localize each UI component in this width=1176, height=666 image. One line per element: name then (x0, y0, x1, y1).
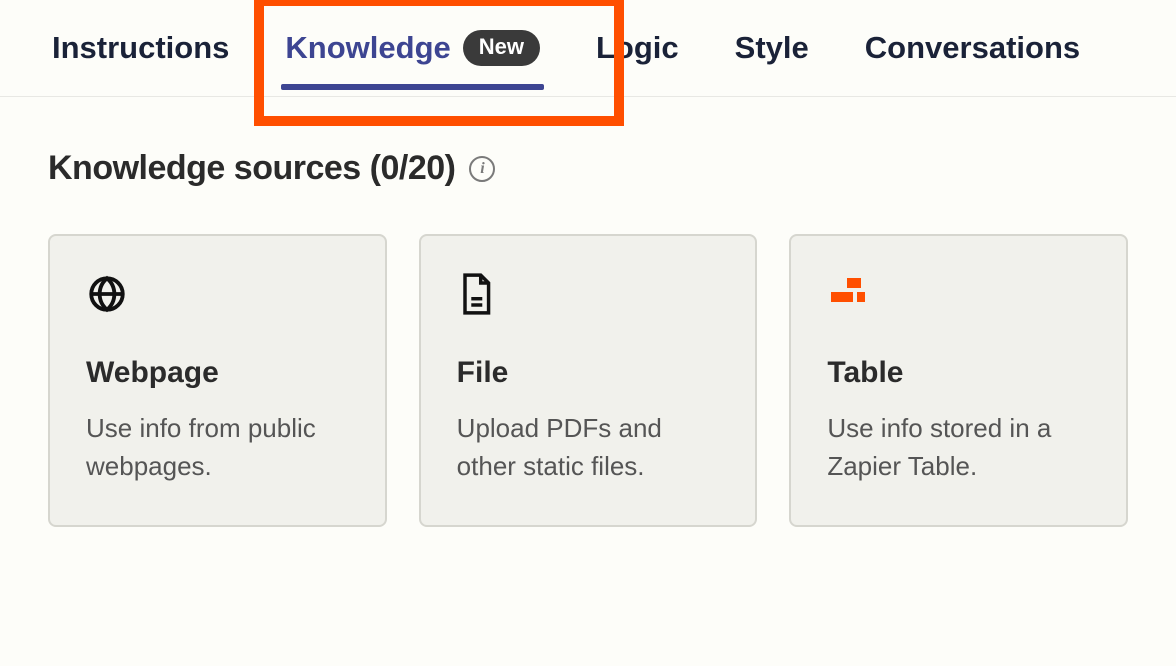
card-title: File (457, 356, 724, 390)
card-title: Webpage (86, 356, 353, 390)
card-webpage[interactable]: Webpage Use info from public webpages. (48, 234, 387, 527)
card-file[interactable]: File Upload PDFs and other static files. (419, 234, 758, 527)
table-icon (827, 272, 1094, 316)
card-title: Table (827, 356, 1094, 390)
tab-instructions[interactable]: Instructions (48, 18, 233, 96)
info-icon[interactable]: i (469, 156, 495, 182)
file-icon (457, 272, 724, 316)
card-description: Use info stored in a Zapier Table. (827, 410, 1094, 485)
section-header: Knowledge sources (0/20) i (48, 149, 1128, 188)
card-description: Use info from public webpages. (86, 410, 353, 485)
tab-label: Conversations (865, 30, 1080, 66)
knowledge-section: Knowledge sources (0/20) i Webpage Use i… (0, 97, 1176, 567)
section-title: Knowledge sources (0/20) (48, 149, 455, 188)
tab-label: Style (735, 30, 809, 66)
card-table[interactable]: Table Use info stored in a Zapier Table. (789, 234, 1128, 527)
tab-label: Logic (596, 30, 679, 66)
tab-label: Instructions (52, 30, 229, 66)
globe-icon (86, 272, 353, 316)
tab-label: Knowledge (285, 30, 450, 66)
card-description: Upload PDFs and other static files. (457, 410, 724, 485)
source-cards: Webpage Use info from public webpages. F… (48, 234, 1128, 527)
tab-style[interactable]: Style (731, 18, 813, 96)
new-badge: New (463, 30, 540, 66)
tab-knowledge[interactable]: Knowledge New (281, 18, 544, 96)
tab-conversations[interactable]: Conversations (861, 18, 1084, 96)
tab-bar: Instructions Knowledge New Logic Style C… (0, 0, 1176, 97)
tab-logic[interactable]: Logic (592, 18, 683, 96)
